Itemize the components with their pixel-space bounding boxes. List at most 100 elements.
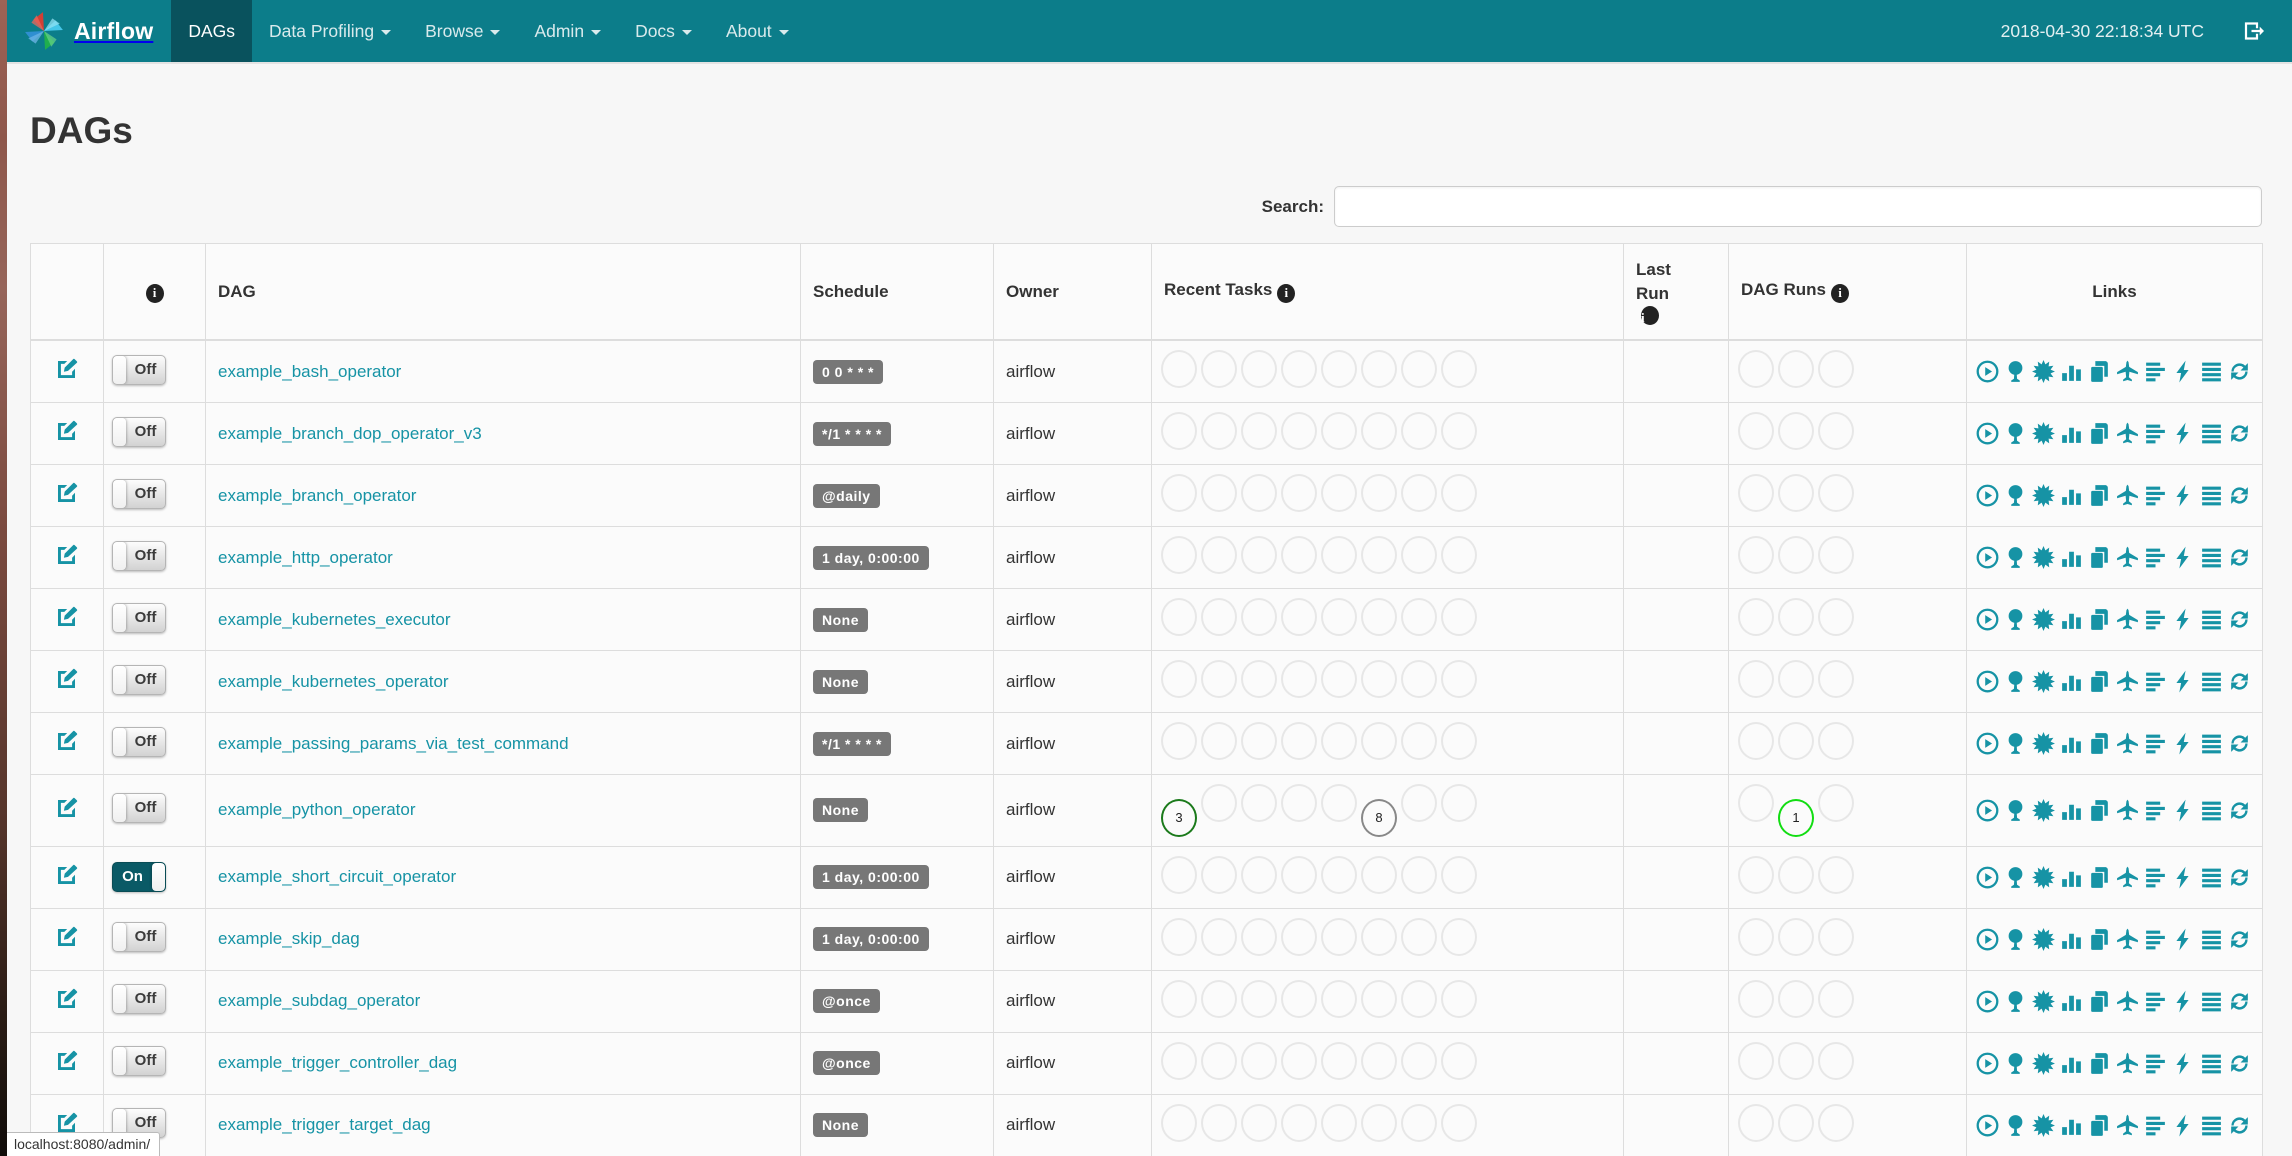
dag-run-state-circle[interactable] [1778, 1103, 1814, 1142]
tries-pages-icon[interactable] [2087, 731, 2112, 756]
graph-burst-icon[interactable] [2031, 359, 2056, 384]
dag-run-state-circle[interactable] [1738, 1103, 1774, 1142]
graph-burst-icon[interactable] [2031, 421, 2056, 446]
recent-task-state-circle[interactable] [1361, 474, 1397, 512]
dag-run-state-circle[interactable] [1818, 474, 1854, 512]
edit-dag-icon[interactable] [55, 863, 79, 887]
brand-link[interactable]: Airflow [7, 0, 171, 62]
dag-link[interactable]: example_passing_params_via_test_command [218, 734, 569, 753]
refresh-icon[interactable] [2227, 731, 2252, 756]
landing-plane-icon[interactable] [2115, 1051, 2140, 1076]
recent-task-state-circle[interactable] [1241, 722, 1277, 760]
trigger-play-icon[interactable] [1975, 421, 2000, 446]
recent-task-state-circle[interactable] [1401, 979, 1437, 1018]
refresh-icon[interactable] [2227, 1113, 2252, 1138]
dag-link[interactable]: example_branch_operator [218, 486, 416, 505]
dag-run-state-circle[interactable] [1778, 855, 1814, 894]
tree-icon[interactable] [2003, 1113, 2028, 1138]
code-bolt-icon[interactable] [2171, 927, 2196, 952]
recent-task-state-circle[interactable] [1161, 722, 1197, 760]
code-bolt-icon[interactable] [2171, 669, 2196, 694]
trigger-play-icon[interactable] [1975, 545, 2000, 570]
recent-task-state-circle[interactable] [1401, 412, 1437, 450]
dag-run-state-circle[interactable]: 1 [1778, 798, 1814, 837]
edit-dag-icon[interactable] [55, 925, 79, 949]
recent-task-state-circle[interactable] [1281, 855, 1317, 894]
recent-task-state-circle[interactable] [1361, 660, 1397, 698]
landing-plane-icon[interactable] [2115, 607, 2140, 632]
recent-task-state-circle[interactable] [1161, 917, 1197, 956]
log-lines-icon[interactable] [2199, 731, 2224, 756]
dag-run-state-circle[interactable] [1818, 598, 1854, 636]
recent-task-state-circle[interactable] [1321, 979, 1357, 1018]
edit-dag-icon[interactable] [55, 796, 79, 820]
recent-task-state-circle[interactable] [1241, 660, 1277, 698]
trigger-play-icon[interactable] [1975, 927, 2000, 952]
trigger-play-icon[interactable] [1975, 865, 2000, 890]
graph-burst-icon[interactable] [2031, 927, 2056, 952]
recent-task-state-circle[interactable] [1321, 474, 1357, 512]
recent-task-state-circle[interactable] [1281, 474, 1317, 512]
dag-run-state-circle[interactable] [1818, 660, 1854, 698]
tries-pages-icon[interactable] [2087, 927, 2112, 952]
graph-burst-icon[interactable] [2031, 1051, 2056, 1076]
recent-task-state-circle[interactable] [1281, 350, 1317, 388]
recent-task-state-circle[interactable] [1241, 598, 1277, 636]
gantt-lines-icon[interactable] [2143, 421, 2168, 446]
tree-icon[interactable] [2003, 483, 2028, 508]
recent-task-state-circle[interactable] [1241, 1041, 1277, 1080]
recent-task-state-circle[interactable] [1201, 412, 1237, 450]
gantt-lines-icon[interactable] [2143, 359, 2168, 384]
recent-task-state-circle[interactable] [1401, 722, 1437, 760]
nav-item-data-profiling[interactable]: Data Profiling [252, 0, 408, 62]
dag-link[interactable]: example_skip_dag [218, 929, 360, 948]
tries-pages-icon[interactable] [2087, 545, 2112, 570]
recent-task-state-circle[interactable] [1241, 784, 1277, 822]
refresh-icon[interactable] [2227, 927, 2252, 952]
recent-task-state-circle[interactable] [1161, 412, 1197, 450]
nav-item-dags[interactable]: DAGs [171, 0, 253, 62]
dag-run-state-circle[interactable] [1818, 412, 1854, 450]
dag-pause-toggle[interactable]: Off [112, 478, 166, 509]
dag-pause-toggle[interactable]: Off [112, 922, 166, 952]
refresh-icon[interactable] [2227, 798, 2252, 823]
recent-task-state-circle[interactable] [1201, 1041, 1237, 1080]
code-bolt-icon[interactable] [2171, 1051, 2196, 1076]
edit-dag-icon[interactable] [55, 729, 79, 753]
code-bolt-icon[interactable] [2171, 798, 2196, 823]
graph-burst-icon[interactable] [2031, 607, 2056, 632]
recent-task-state-circle[interactable] [1441, 660, 1477, 698]
graph-burst-icon[interactable] [2031, 989, 2056, 1014]
recent-task-state-circle[interactable] [1441, 784, 1477, 822]
dag-pause-toggle[interactable]: Off [112, 984, 166, 1014]
dag-run-state-circle[interactable] [1778, 1041, 1814, 1080]
recent-task-state-circle[interactable] [1361, 598, 1397, 636]
recent-task-state-circle[interactable] [1241, 1103, 1277, 1142]
gantt-lines-icon[interactable] [2143, 545, 2168, 570]
tree-icon[interactable] [2003, 359, 2028, 384]
dag-link[interactable]: example_bash_operator [218, 362, 401, 381]
code-bolt-icon[interactable] [2171, 421, 2196, 446]
dag-run-state-circle[interactable] [1778, 660, 1814, 698]
duration-chart-icon[interactable] [2059, 669, 2084, 694]
tries-pages-icon[interactable] [2087, 865, 2112, 890]
dag-link[interactable]: example_http_operator [218, 548, 393, 567]
recent-task-state-circle[interactable] [1241, 474, 1277, 512]
tree-icon[interactable] [2003, 421, 2028, 446]
recent-task-state-circle[interactable] [1161, 536, 1197, 574]
log-lines-icon[interactable] [2199, 669, 2224, 694]
trigger-play-icon[interactable] [1975, 1113, 2000, 1138]
dag-pause-toggle[interactable]: Off [112, 354, 166, 385]
gantt-lines-icon[interactable] [2143, 1051, 2168, 1076]
recent-task-state-circle[interactable] [1441, 979, 1477, 1018]
edit-dag-icon[interactable] [55, 543, 79, 567]
trigger-play-icon[interactable] [1975, 989, 2000, 1014]
recent-task-state-circle[interactable] [1361, 350, 1397, 388]
recent-task-state-circle[interactable] [1201, 536, 1237, 574]
trigger-play-icon[interactable] [1975, 669, 2000, 694]
recent-task-state-circle[interactable] [1161, 474, 1197, 512]
dag-pause-toggle[interactable]: Off [112, 726, 166, 757]
tries-pages-icon[interactable] [2087, 1113, 2112, 1138]
recent-task-state-circle[interactable] [1281, 917, 1317, 956]
log-lines-icon[interactable] [2199, 865, 2224, 890]
